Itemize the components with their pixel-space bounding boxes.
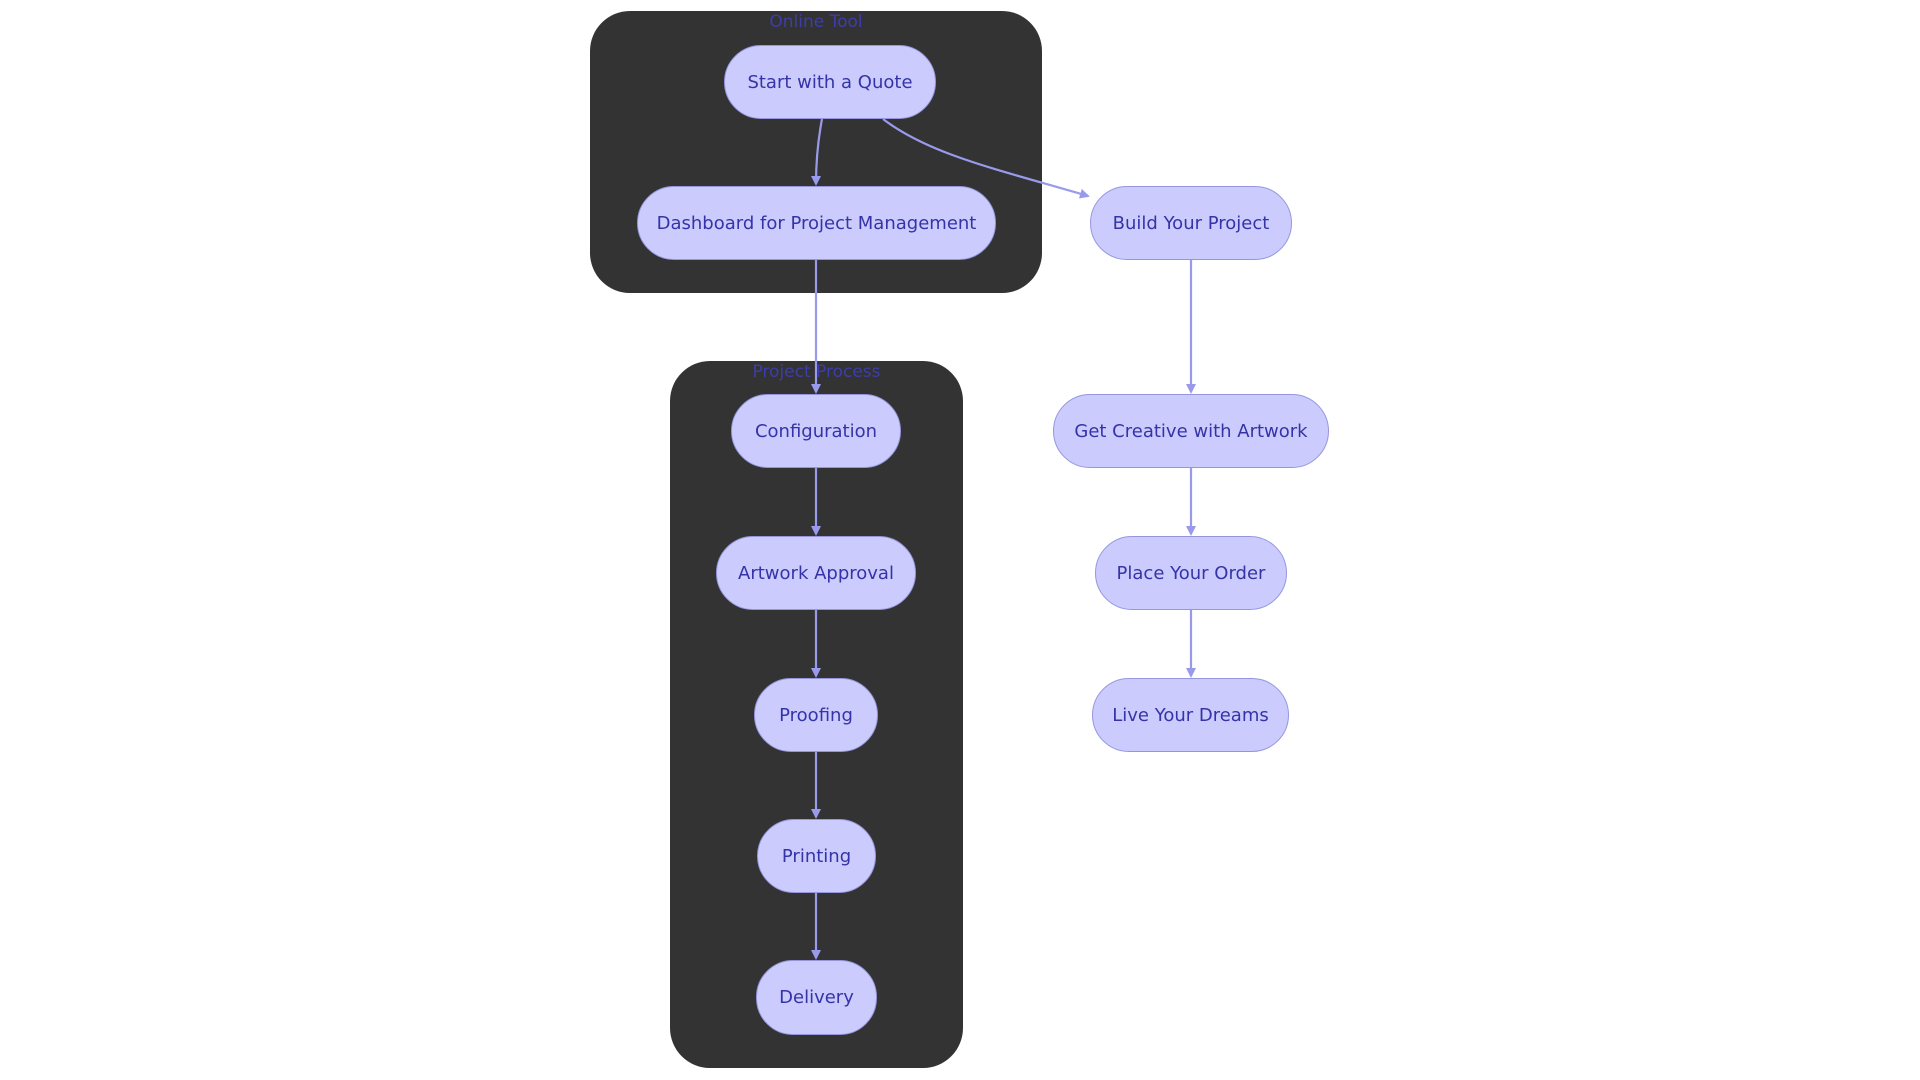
node-build-project[interactable]: Build Your Project <box>1090 186 1292 260</box>
edges-layer <box>811 118 1196 960</box>
edge-quote-dashboard <box>811 118 824 186</box>
node-configuration[interactable]: Configuration <box>731 394 901 468</box>
node-start-quote[interactable]: Start with a Quote <box>724 45 936 119</box>
node-get-creative[interactable]: Get Creative with Artwork <box>1053 394 1329 468</box>
node-delivery[interactable]: Delivery <box>756 960 877 1035</box>
node-printing[interactable]: Printing <box>757 819 876 893</box>
node-proofing[interactable]: Proofing <box>754 678 878 752</box>
edge-quote-build <box>882 118 1090 199</box>
node-artwork-approval[interactable]: Artwork Approval <box>716 536 916 610</box>
node-dashboard[interactable]: Dashboard for Project Management <box>637 186 996 260</box>
node-place-order[interactable]: Place Your Order <box>1095 536 1287 610</box>
node-live-dreams[interactable]: Live Your Dreams <box>1092 678 1289 752</box>
